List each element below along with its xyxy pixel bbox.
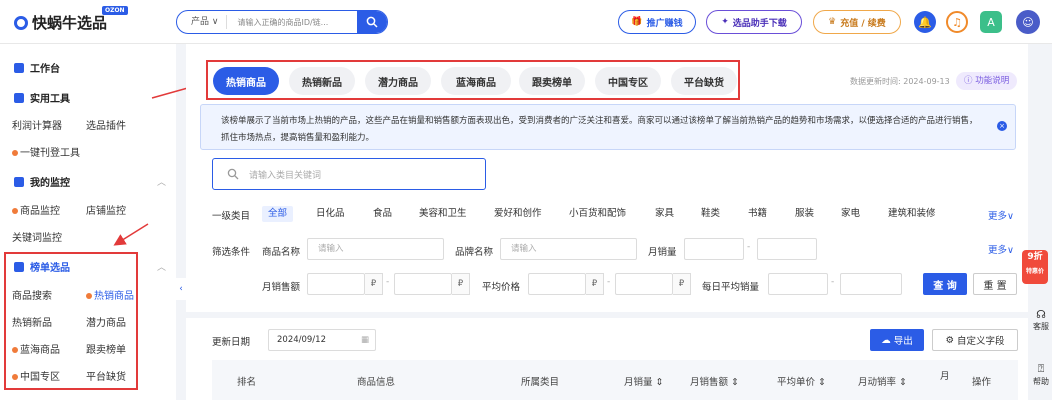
monthly-revenue-min[interactable] [307,273,365,295]
range-dash: - [831,277,835,287]
highlight-box-tabs [206,60,740,100]
col-rank: 排名 [237,377,257,388]
search-icon [227,168,239,180]
filter-more-button[interactable]: 更多∨ [988,242,1014,256]
right-rail: ☊ 客服 ⍰ 帮助 [1030,44,1052,400]
category-item[interactable]: 建筑和装修 [888,206,936,222]
update-date-label: 更新日期 [212,337,251,348]
help-icon: ⍰ [1037,362,1045,375]
custom-fields-button[interactable]: ⚙ 自定义字段 [932,329,1018,351]
col-truncated: 月 [940,371,950,382]
update-date-picker[interactable]: 2024/09/12 ▦ [268,329,376,351]
range-dash: - [607,277,611,287]
range-dash: - [747,242,751,252]
notice-banner: 该榜单展示了当前市场上热销的产品，这些产品在销量和销售额方面表现出色，受到消费者… [200,104,1016,150]
monthly-revenue-label: 月销售额 [262,282,301,293]
category-item[interactable]: 书籍 [748,206,767,222]
avg-price-label: 平均价格 [482,282,521,293]
category-item[interactable]: 服装 [795,206,814,222]
sort-icon[interactable]: ⇕ [899,377,907,388]
cloud-upload-icon: ☁ [881,334,891,346]
ruble-unit: ₽ [365,273,383,295]
calendar-icon: ▦ [360,335,369,345]
category-item[interactable]: 日化品 [316,206,345,222]
col-monthly-sales[interactable]: 月销量 ⇕ [624,374,664,388]
ruble-unit: ₽ [586,273,604,295]
condition-label: 筛选条件 [212,247,251,258]
col-avg-price[interactable]: 平均单价 ⇕ [777,374,826,388]
category-item[interactable]: 鞋类 [701,206,720,222]
update-time: 数据更新时间: 2024-09-13 [850,77,950,86]
export-button[interactable]: ☁ 导出 [870,329,924,351]
col-actions: 操作 [972,377,992,388]
help-button[interactable]: ⓘ 功能说明 [956,72,1018,90]
monthly-sales-max[interactable] [757,238,817,260]
category-item[interactable]: 美容和卫生 [419,206,467,222]
brand-name-input[interactable]: 请输入 [500,238,637,260]
brand-name-label: 品牌名称 [455,247,494,258]
col-product-info: 商品信息 [357,377,396,388]
col-monthly-revenue[interactable]: 月销售额 ⇕ [690,374,739,388]
sort-icon[interactable]: ⇕ [731,377,739,388]
monthly-sales-label: 月销量 [648,247,677,258]
avg-price-max[interactable] [615,273,673,295]
sort-icon[interactable]: ⇕ [818,377,826,388]
reset-button[interactable]: 重 置 [973,273,1017,295]
daily-avg-sales-label: 每日平均销量 [702,282,760,293]
sort-icon[interactable]: ⇕ [656,377,664,388]
gear-icon: ⚙ [945,334,954,346]
category-item[interactable]: 家电 [841,206,860,222]
col-turnover-rate[interactable]: 月动销率 ⇕ [858,374,907,388]
daily-avg-sales-max[interactable] [840,273,902,295]
daily-avg-sales-min[interactable] [768,273,828,295]
category-item[interactable]: 家具 [655,206,674,222]
product-name-label: 商品名称 [262,247,301,258]
close-icon[interactable]: × [997,121,1007,131]
category-item[interactable]: 爱好和创作 [494,206,542,222]
ruble-unit: ₽ [673,273,691,295]
category-label: 一级类目 [212,211,251,222]
range-dash: - [386,277,390,287]
monthly-sales-min[interactable] [684,238,744,260]
ruble-unit: ₽ [452,273,470,295]
category-keyword-input[interactable]: 请输入类目关键词 [212,158,486,190]
category-item[interactable]: 小百货和配饰 [569,206,626,222]
product-name-input[interactable]: 请输入 [307,238,444,260]
notice-text: 该榜单展示了当前市场上热销的产品，这些产品在销量和销售额方面表现出色，受到消费者… [221,116,978,143]
help-rail-button[interactable]: ⍰ 帮助 [1030,362,1052,387]
category-item[interactable]: 食品 [373,206,392,222]
query-button[interactable]: 查 询 [923,273,967,295]
col-category: 所属类目 [521,377,560,388]
category-all[interactable]: 全部 [262,206,294,222]
category-more-button[interactable]: 更多∨ [988,208,1014,222]
headset-icon: ☊ [1036,308,1046,321]
avg-price-min[interactable] [528,273,586,295]
monthly-revenue-max[interactable] [394,273,452,295]
service-button[interactable]: ☊ 客服 [1030,308,1052,332]
